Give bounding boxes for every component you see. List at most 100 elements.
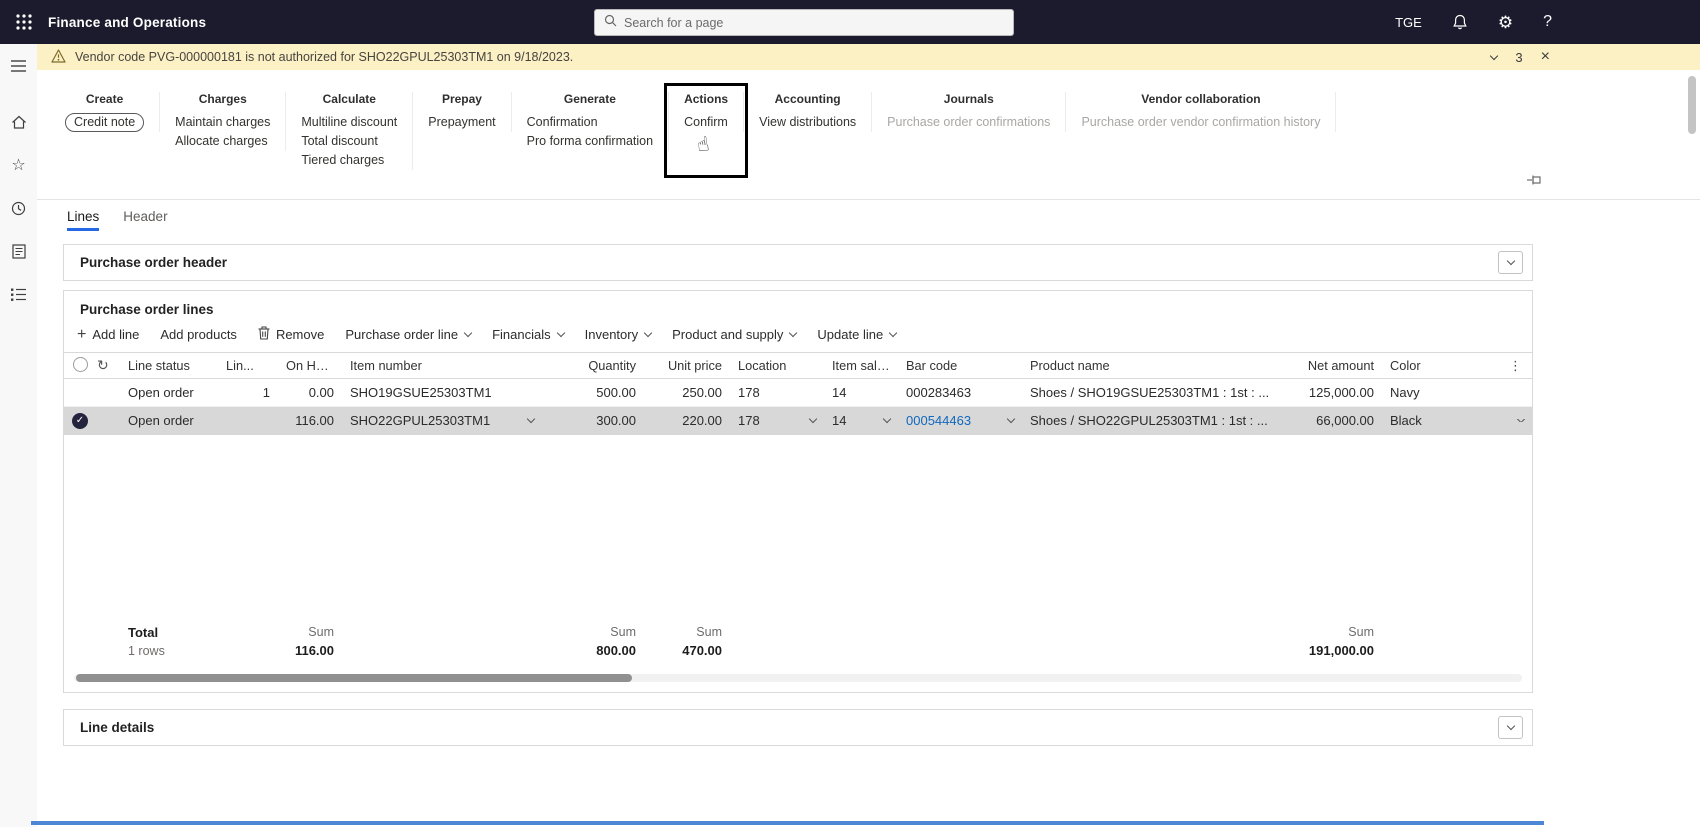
cell-color-dropdown[interactable] [1482,419,1532,422]
row-selected-check-icon[interactable]: ✓ [72,412,88,429]
search-input[interactable] [624,15,1004,30]
help-icon[interactable]: ? [1543,14,1552,30]
cell-item-number[interactable]: SHO22GPUL25303TM1 [342,413,542,428]
chevron-down-icon[interactable] [526,414,536,424]
inventory-menu[interactable]: Inventory [585,327,653,342]
refresh-icon[interactable]: ↻ [94,357,120,374]
main-content: Vendor code PVG-000000181 is not authori… [37,44,1700,827]
col-color[interactable]: Color [1382,358,1482,373]
cell-quantity: 500.00 [596,385,636,400]
col-product-name[interactable]: Product name [1022,358,1296,373]
tiered-charges-button[interactable]: Tiered charges [301,151,397,170]
workspaces-list-icon[interactable] [6,281,32,307]
banner-expand-chevron-icon[interactable] [1490,51,1499,60]
financials-label: Financials [492,327,551,342]
chevron-down-icon [789,328,798,338]
hamburger-menu-icon[interactable] [6,53,32,79]
chevron-down-icon [643,328,653,338]
banner-close-icon[interactable]: × [1541,48,1550,66]
ribbon-group-title: Create [85,92,124,106]
app-title[interactable]: Finance and Operations [48,15,206,30]
chevron-down-icon[interactable] [1516,419,1526,422]
bar-code-link[interactable]: 000544463 [906,413,971,428]
table-row-selected[interactable]: ✓ Open order 116.00 SHO22GPUL25303TM1 30… [64,407,1532,435]
product-and-supply-menu[interactable]: Product and supply [672,327,798,342]
col-unit-price[interactable]: Unit price [644,358,730,373]
col-item-sales-tax[interactable]: Item sales ta... [824,358,898,373]
section-title: Purchase order header [80,255,228,270]
vertical-scrollbar-thumb[interactable] [1688,76,1696,134]
ribbon-group-prepay: Prepay Prepayment [413,92,512,132]
vertical-scrollbar[interactable] [1688,72,1697,817]
col-location[interactable]: Location [730,358,824,373]
confirmation-button[interactable]: Confirmation [527,113,653,132]
add-line-button[interactable]: + Add line [77,326,139,343]
on-hand-total: 116.00 [294,643,334,658]
horizontal-scrollbar-thumb[interactable] [76,674,632,682]
remove-button[interactable]: Remove [258,326,324,343]
maintain-charges-button[interactable]: Maintain charges [175,113,270,132]
col-quantity[interactable]: Quantity [542,358,644,373]
expand-section-button[interactable] [1498,716,1523,739]
waffle-menu-icon[interactable] [0,0,48,44]
search-box[interactable] [594,9,1014,36]
home-icon[interactable] [6,109,32,135]
confirm-button[interactable]: Confirm [684,113,728,132]
prepayment-button[interactable]: Prepayment [428,113,495,132]
user-initials[interactable]: TGE [1395,15,1422,30]
select-all-circle[interactable] [73,356,88,372]
chevron-down-icon[interactable] [808,414,818,424]
ribbon-group-create: Create Credit note [63,92,161,132]
purchase-order-lines-section: Purchase order lines + Add line Add prod… [63,290,1533,693]
update-line-menu[interactable]: Update line [817,327,898,342]
pin-action-pane-icon[interactable] [1527,173,1542,191]
total-discount-button[interactable]: Total discount [301,132,397,151]
banner-count: 3 [1515,49,1523,65]
column-options-icon[interactable]: ⋮ [1482,358,1532,374]
settings-gear-icon[interactable]: ⚙ [1498,14,1513,31]
mouse-cursor-hand-icon: ☝ [695,133,711,157]
action-pane: Create Credit note Charges Maintain char… [37,70,1700,200]
ribbon-group-journals: Journals Purchase order confirmations [872,92,1067,132]
row-select-cell[interactable]: ✓ [64,412,94,429]
item-number-value: SHO22GPUL25303TM1 [350,413,491,428]
view-tabs: Lines Header [37,200,1700,231]
allocate-charges-button[interactable]: Allocate charges [175,132,270,151]
add-products-button[interactable]: Add products [160,327,237,342]
forms-page-icon[interactable] [6,238,32,264]
expand-section-button[interactable] [1498,251,1523,274]
remove-label: Remove [275,327,325,342]
section-title: Line details [80,720,155,735]
tab-header[interactable]: Header [123,209,167,231]
ribbon-group-charges: Charges Maintain charges Allocate charge… [160,92,287,151]
col-on-hand[interactable]: On Hand [278,358,342,373]
horizontal-scrollbar[interactable] [74,674,1522,682]
credit-note-button[interactable]: Credit note [65,113,145,132]
quantity-total: 800.00 [596,643,636,658]
purchase-order-line-menu[interactable]: Purchase order line [345,327,473,342]
col-line-status[interactable]: Line status [120,358,218,373]
pro-forma-confirmation-button[interactable]: Pro forma confirmation [527,132,653,151]
table-row[interactable]: Open order 1 0.00 SHO19GSUE25303TM1 500.… [64,379,1532,407]
cell-location[interactable]: 178 [730,413,824,428]
tab-lines[interactable]: Lines [67,209,100,231]
multiline-discount-button[interactable]: Multiline discount [301,113,397,132]
cell-item-sales-tax[interactable]: 14 [824,413,898,428]
col-line-number[interactable]: Lin... [218,358,278,373]
chevron-down-icon[interactable] [1006,414,1016,424]
notifications-bell-icon[interactable] [1452,14,1468,31]
cell-item-number: SHO19GSUE25303TM1 [350,385,492,400]
cell-quantity: 300.00 [596,413,636,428]
cell-net-amount: 125,000.00 [1308,385,1374,400]
favorites-star-icon[interactable]: ☆ [6,152,32,178]
cell-bar-code[interactable]: 000544463 [898,413,1022,428]
col-net-amount[interactable]: Net amount [1296,358,1382,373]
col-bar-code[interactable]: Bar code [898,358,1022,373]
purchase-order-header-section: Purchase order header [63,244,1533,281]
chevron-down-icon[interactable] [882,414,892,424]
col-item-number[interactable]: Item number [342,358,542,373]
view-distributions-button[interactable]: View distributions [759,113,856,132]
window-bottom-edge [31,821,1544,825]
recent-clock-icon[interactable] [6,195,32,221]
financials-menu[interactable]: Financials [492,327,565,342]
